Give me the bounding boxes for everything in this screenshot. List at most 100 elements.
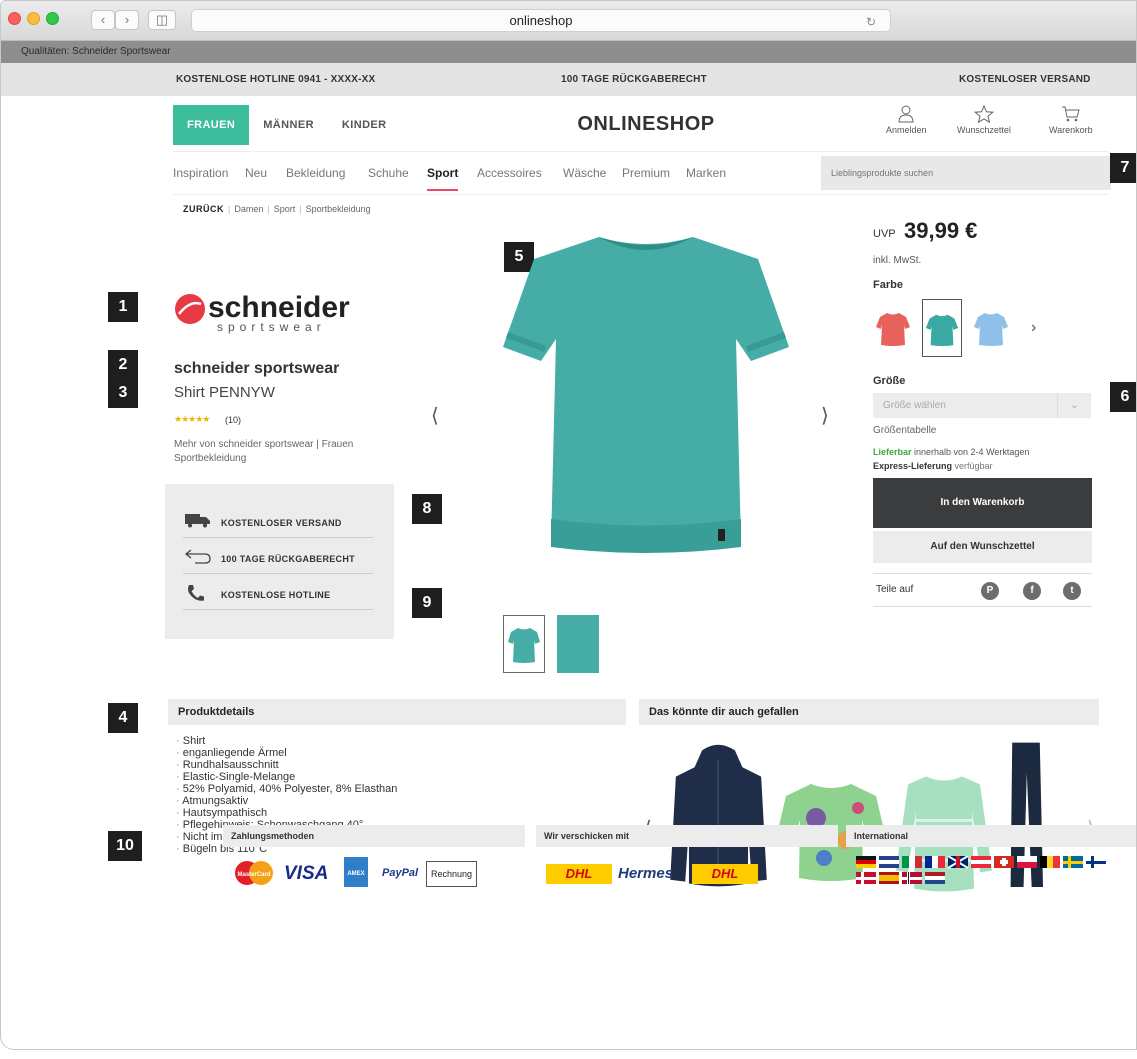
nav-schuhe[interactable]: Schuhe (368, 166, 409, 180)
topbar-returns: 100 TAGE RÜCKGABERECHT (561, 74, 707, 85)
shop-logo[interactable]: ONLINESHOP (561, 113, 731, 136)
thumbnail-fabric[interactable] (557, 615, 599, 673)
service-box: KOSTENLOSER VERSAND 100 TAGE RÜCKGABEREC… (165, 484, 394, 639)
nav-neu[interactable]: Neu (245, 166, 267, 180)
hermes-logo: Hermes (618, 865, 674, 882)
nav-bekleidung[interactable]: Bekleidung (286, 166, 345, 180)
brand-logo[interactable]: schneider sportswear (171, 290, 371, 339)
login-button[interactable]: Anmelden (886, 105, 927, 135)
back-link[interactable]: ZURÜCK (183, 204, 224, 214)
marker-4: 4 (108, 703, 138, 733)
reload-icon[interactable]: ↻ (866, 12, 876, 33)
product-title: Shirt PENNYW (174, 384, 275, 401)
mastercard-icon: MasterCard (235, 861, 273, 885)
invoice-logo: Rechnung (426, 861, 477, 887)
detail-item: enganliegende Ärmel (176, 747, 397, 759)
return-arrow-icon (185, 549, 211, 564)
service-returns: 100 TAGE RÜCKGABERECHT (183, 540, 373, 574)
close-window-button[interactable] (8, 12, 21, 25)
more-from-brand-link[interactable]: Mehr von schneider sportswear | Frauen S… (174, 438, 414, 466)
phone-icon (188, 585, 204, 601)
zoom-window-button[interactable] (46, 12, 59, 25)
brand-logo-graphic: schneider sportswear (175, 291, 350, 334)
pinterest-icon[interactable]: P (981, 582, 999, 600)
gallery-prev-icon[interactable]: ⟨ (431, 403, 439, 428)
rating-count[interactable]: (10) (225, 415, 241, 425)
cart-button[interactable]: Warenkorb (1049, 105, 1093, 135)
tab-kinder[interactable]: KINDER (328, 105, 401, 145)
nav-inspiration[interactable]: Inspiration (173, 166, 228, 180)
truck-icon (185, 514, 210, 528)
add-to-wishlist-button[interactable]: Auf den Wunschzettel (873, 531, 1092, 563)
chevron-down-icon: ⌄ (1057, 393, 1091, 418)
international-header: International (846, 825, 1136, 847)
facebook-icon[interactable]: f (1023, 582, 1041, 600)
back-arrow-icon[interactable]: ‹ (91, 10, 115, 30)
color-swatch-teal[interactable] (922, 299, 962, 357)
blue-shirt-image (974, 313, 1008, 346)
gender-tabs: FRAUEN MÄNNER KINDER (173, 105, 401, 145)
country-flags-icon[interactable] (856, 856, 1137, 888)
more-line-2: Sportbekleidung (174, 453, 247, 464)
search-input[interactable] (821, 156, 1111, 190)
add-to-cart-button[interactable]: In den Warenkorb (873, 478, 1092, 528)
cart-label: Warenkorb (1049, 125, 1093, 135)
service-shipping-label: KOSTENLOSER VERSAND (221, 518, 342, 528)
size-placeholder: Größe wählen (883, 400, 946, 411)
color-swatch-blue[interactable] (971, 299, 1011, 357)
visa-logo: VISA (284, 863, 329, 884)
gallery-next-icon[interactable]: ⟩ (821, 403, 829, 428)
paypal-logo: PayPal (382, 867, 419, 879)
breadcrumb-damen[interactable]: Damen (234, 204, 263, 214)
user-icon (898, 105, 914, 123)
rating-stars[interactable]: ★★★★★ (174, 414, 210, 425)
marker-6: 6 (1110, 382, 1136, 412)
cart-icon (1061, 106, 1080, 122)
tab-frauen[interactable]: FRAUEN (173, 105, 250, 145)
express-detail: verfügbar (952, 461, 993, 471)
nav-premium[interactable]: Premium (622, 166, 670, 180)
brand-logo-bottom-text: sportswear (217, 320, 326, 334)
thumbnail-front[interactable] (503, 615, 545, 673)
share-row: Teile auf P f t (873, 573, 1092, 607)
wishlist-label: Wunschzettel (957, 125, 1011, 135)
marker-1: 1 (108, 292, 138, 322)
sidebar-toggle-icon[interactable]: ◫ (148, 10, 176, 30)
address-bar[interactable]: onlineshop ↻ (191, 9, 891, 32)
amex-text: AMEX (347, 871, 364, 877)
breadcrumb-sport[interactable]: Sport (274, 204, 296, 214)
size-table-link[interactable]: Größentabelle (873, 425, 936, 436)
dhl-logo: DHL (546, 864, 612, 884)
wishlist-button[interactable]: Wunschzettel (957, 105, 1011, 135)
product-main-image[interactable] (496, 229, 796, 609)
detail-item: Atmungsaktiv (176, 795, 397, 807)
detail-item: 52% Polyamid, 40% Polyester, 8% Elasthan (176, 783, 398, 795)
breadcrumb-sportbekleidung[interactable]: Sportbekleidung (306, 204, 371, 214)
forward-arrow-icon[interactable]: › (115, 10, 139, 30)
tab-maenner[interactable]: MÄNNER (249, 105, 328, 145)
topbar-shipping: KOSTENLOSER VERSAND (959, 74, 1091, 85)
bookmarks-bar: Qualitäten: Schneider Sportswear (1, 41, 1136, 63)
swatch-next-icon[interactable]: › (1031, 319, 1036, 337)
service-info-bar: KOSTENLOSE HOTLINE 0941 - XXXX-XX 100 TA… (1, 63, 1136, 96)
express-label: Express-Lieferung (873, 461, 953, 471)
share-label: Teile auf (876, 584, 914, 595)
bookmark-item[interactable]: Qualitäten: Schneider Sportswear (21, 46, 171, 57)
nav-accessoires[interactable]: Accessoires (477, 166, 542, 180)
thumbnail-front-image (508, 628, 540, 663)
dhl-express-logo: DHL (692, 864, 758, 884)
size-select[interactable]: Größe wählen ⌄ (873, 393, 1091, 418)
marker-2: 2 (108, 350, 138, 380)
nav-waesche[interactable]: Wäsche (563, 166, 606, 180)
marker-8: 8 (412, 494, 442, 524)
amex-icon: AMEX (344, 857, 368, 887)
twitter-icon[interactable]: t (1063, 582, 1081, 600)
color-swatch-coral[interactable] (873, 299, 913, 357)
more-line-1: Mehr von schneider sportswear | Frauen (174, 439, 354, 450)
service-hotline: KOSTENLOSE HOTLINE (183, 576, 373, 610)
nav-sport[interactable]: Sport (427, 166, 459, 191)
login-label: Anmelden (886, 125, 927, 135)
minimize-window-button[interactable] (27, 12, 40, 25)
nav-marken[interactable]: Marken (686, 166, 726, 180)
browser-window: ‹ › ◫ onlineshop ↻ Qualitäten: Schneider… (0, 0, 1137, 1050)
